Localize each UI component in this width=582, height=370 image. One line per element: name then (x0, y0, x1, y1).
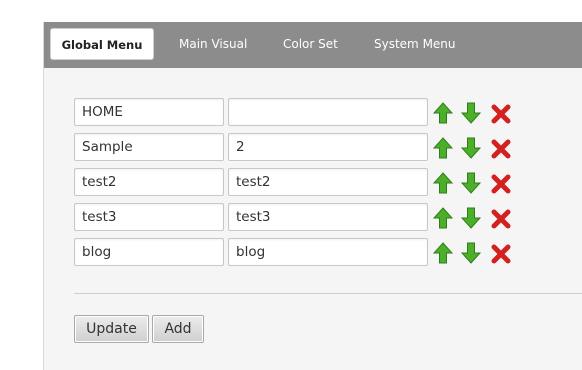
arrow-up-icon[interactable] (433, 242, 453, 264)
update-button[interactable]: Update (74, 315, 149, 343)
delete-icon[interactable] (491, 207, 511, 229)
tab-color-set[interactable]: Color Set (283, 22, 338, 68)
menu-name-input[interactable] (74, 238, 224, 266)
menu-editor: Update Add (44, 68, 582, 370)
menu-value-input[interactable] (228, 203, 428, 231)
arrow-down-icon[interactable] (461, 172, 481, 194)
menu-value-input[interactable] (228, 168, 428, 196)
settings-panel: Global Menu Main Visual Color Set System… (43, 22, 582, 370)
arrow-up-icon[interactable] (433, 137, 453, 159)
arrow-up-icon[interactable] (433, 172, 453, 194)
tab-main-visual[interactable]: Main Visual (179, 22, 247, 68)
arrow-down-icon[interactable] (461, 137, 481, 159)
arrow-down-icon[interactable] (461, 207, 481, 229)
arrow-down-icon[interactable] (461, 102, 481, 124)
arrow-up-icon[interactable] (433, 207, 453, 229)
delete-icon[interactable] (491, 242, 511, 264)
arrow-down-icon[interactable] (461, 242, 481, 264)
add-button[interactable]: Add (152, 315, 204, 343)
arrow-up-icon[interactable] (433, 102, 453, 124)
delete-icon[interactable] (491, 102, 511, 124)
menu-value-input[interactable] (228, 238, 428, 266)
delete-icon[interactable] (491, 137, 511, 159)
menu-name-input[interactable] (74, 168, 224, 196)
delete-icon[interactable] (491, 172, 511, 194)
tab-bar: Global Menu Main Visual Color Set System… (44, 22, 582, 68)
menu-value-input[interactable] (228, 133, 428, 161)
divider (74, 293, 582, 294)
menu-name-input[interactable] (74, 98, 224, 126)
menu-name-input[interactable] (74, 133, 224, 161)
tab-system-menu[interactable]: System Menu (374, 22, 456, 68)
tab-global-menu[interactable]: Global Menu (50, 28, 154, 60)
menu-name-input[interactable] (74, 203, 224, 231)
menu-value-input[interactable] (228, 98, 428, 126)
